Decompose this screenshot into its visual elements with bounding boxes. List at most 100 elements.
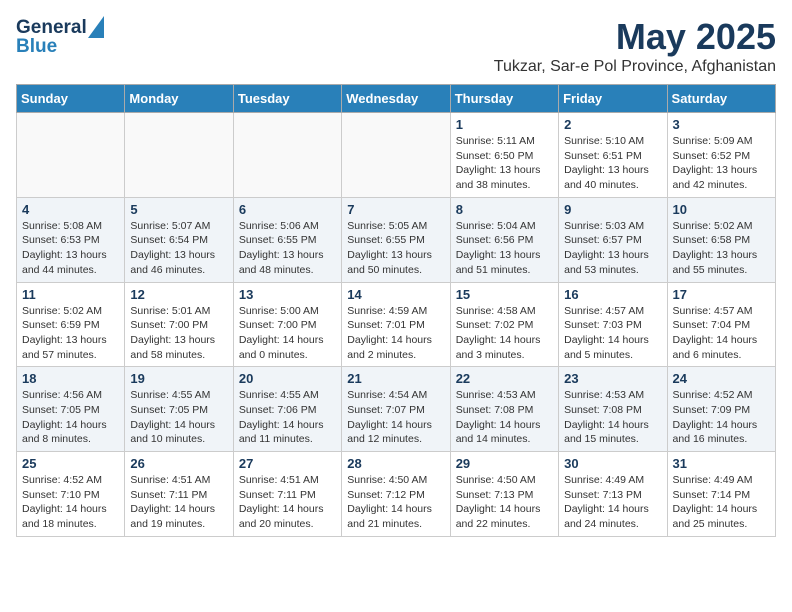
day-number: 26 <box>130 456 227 471</box>
calendar-cell: 28Sunrise: 4:50 AMSunset: 7:12 PMDayligh… <box>342 452 450 537</box>
calendar-cell: 14 Sunrise: 4:59 AMSunset: 7:01 PMDayligh… <box>342 282 450 367</box>
calendar-cell: 31 Sunrise: 4:49 AMSunset: 7:14 PMDayligh… <box>667 452 775 537</box>
day-info: Sunrise: 5:05 AMSunset: 6:55 PMDaylight:… <box>347 219 444 278</box>
day-info: Sunrise: 4:51 AMSunset: 7:11 PMDaylight:… <box>239 473 336 532</box>
day-number: 22 <box>456 371 553 386</box>
calendar-week-row: 1 Sunrise: 5:11 AMSunset: 6:50 PMDaylight… <box>17 113 776 198</box>
weekday-header-cell: Sunday <box>17 85 125 113</box>
day-info: Sunrise: 4:55 AMSunset: 7:06 PMDaylight:… <box>239 388 336 447</box>
day-number: 30 <box>564 456 661 471</box>
day-number: 9 <box>564 202 661 217</box>
day-info: Sunrise: 4:49 AMSunset: 7:13 PMDaylight:… <box>564 473 661 532</box>
day-info: Sunrise: 5:11 AMSunset: 6:50 PMDaylight:… <box>456 134 553 193</box>
logo: General Blue <box>16 16 104 58</box>
calendar-cell <box>125 113 233 198</box>
logo-triangle-icon <box>88 16 104 38</box>
day-info: Sunrise: 5:02 AMSunset: 6:58 PMDaylight:… <box>673 219 770 278</box>
calendar-cell: 29Sunrise: 4:50 AMSunset: 7:13 PMDayligh… <box>450 452 558 537</box>
calendar-cell: 24 Sunrise: 4:52 AMSunset: 7:09 PMDayligh… <box>667 367 775 452</box>
day-number: 1 <box>456 117 553 132</box>
weekday-header-cell: Friday <box>559 85 667 113</box>
page-header: General Blue May 2025 Tukzar, Sar-e Pol … <box>16 16 776 76</box>
day-number: 11 <box>22 287 119 302</box>
calendar-cell: 19Sunrise: 4:55 AMSunset: 7:05 PMDayligh… <box>125 367 233 452</box>
day-info: Sunrise: 4:50 AMSunset: 7:13 PMDaylight:… <box>456 473 553 532</box>
calendar-cell: 15Sunrise: 4:58 AMSunset: 7:02 PMDayligh… <box>450 282 558 367</box>
day-number: 24 <box>673 371 770 386</box>
day-info: Sunrise: 5:07 AMSunset: 6:54 PMDaylight:… <box>130 219 227 278</box>
day-info: Sunrise: 4:57 AMSunset: 7:03 PMDaylight:… <box>564 304 661 363</box>
day-number: 23 <box>564 371 661 386</box>
day-number: 6 <box>239 202 336 217</box>
weekday-header-cell: Saturday <box>667 85 775 113</box>
day-info: Sunrise: 4:51 AMSunset: 7:11 PMDaylight:… <box>130 473 227 532</box>
day-info: Sunrise: 4:49 AMSunset: 7:14 PMDaylight:… <box>673 473 770 532</box>
day-info: Sunrise: 4:55 AMSunset: 7:05 PMDaylight:… <box>130 388 227 447</box>
day-info: Sunrise: 5:08 AMSunset: 6:53 PMDaylight:… <box>22 219 119 278</box>
day-number: 14 <box>347 287 444 302</box>
day-info: Sunrise: 4:56 AMSunset: 7:05 PMDaylight:… <box>22 388 119 447</box>
calendar-cell: 1 Sunrise: 5:11 AMSunset: 6:50 PMDaylight… <box>450 113 558 198</box>
weekday-header-row: SundayMondayTuesdayWednesdayThursdayFrid… <box>17 85 776 113</box>
day-number: 28 <box>347 456 444 471</box>
calendar-cell: 11 Sunrise: 5:02 AMSunset: 6:59 PMDayligh… <box>17 282 125 367</box>
location-title: Tukzar, Sar-e Pol Province, Afghanistan <box>494 58 776 76</box>
calendar-table: SundayMondayTuesdayWednesdayThursdayFrid… <box>16 84 776 537</box>
day-info: Sunrise: 5:04 AMSunset: 6:56 PMDaylight:… <box>456 219 553 278</box>
calendar-week-row: 25 Sunrise: 4:52 AMSunset: 7:10 PMDayligh… <box>17 452 776 537</box>
calendar-cell: 13 Sunrise: 5:00 AMSunset: 7:00 PMDayligh… <box>233 282 341 367</box>
day-info: Sunrise: 4:59 AMSunset: 7:01 PMDaylight:… <box>347 304 444 363</box>
calendar-cell: 7 Sunrise: 5:05 AMSunset: 6:55 PMDaylight… <box>342 197 450 282</box>
calendar-cell: 2 Sunrise: 5:10 AMSunset: 6:51 PMDaylight… <box>559 113 667 198</box>
day-number: 16 <box>564 287 661 302</box>
month-title: May 2025 <box>494 16 776 58</box>
calendar-cell: 8 Sunrise: 5:04 AMSunset: 6:56 PMDaylight… <box>450 197 558 282</box>
calendar-cell: 27Sunrise: 4:51 AMSunset: 7:11 PMDayligh… <box>233 452 341 537</box>
calendar-week-row: 18Sunrise: 4:56 AMSunset: 7:05 PMDayligh… <box>17 367 776 452</box>
calendar-cell: 6 Sunrise: 5:06 AMSunset: 6:55 PMDaylight… <box>233 197 341 282</box>
title-section: May 2025 Tukzar, Sar-e Pol Province, Afg… <box>494 16 776 76</box>
day-number: 8 <box>456 202 553 217</box>
day-number: 12 <box>130 287 227 302</box>
day-info: Sunrise: 5:06 AMSunset: 6:55 PMDaylight:… <box>239 219 336 278</box>
day-info: Sunrise: 4:58 AMSunset: 7:02 PMDaylight:… <box>456 304 553 363</box>
day-number: 20 <box>239 371 336 386</box>
day-number: 13 <box>239 287 336 302</box>
calendar-cell: 3Sunrise: 5:09 AMSunset: 6:52 PMDaylight… <box>667 113 775 198</box>
calendar-week-row: 11 Sunrise: 5:02 AMSunset: 6:59 PMDayligh… <box>17 282 776 367</box>
day-number: 17 <box>673 287 770 302</box>
calendar-cell: 9 Sunrise: 5:03 AMSunset: 6:57 PMDaylight… <box>559 197 667 282</box>
day-info: Sunrise: 5:01 AMSunset: 7:00 PMDaylight:… <box>130 304 227 363</box>
calendar-cell: 25 Sunrise: 4:52 AMSunset: 7:10 PMDayligh… <box>17 452 125 537</box>
day-info: Sunrise: 4:52 AMSunset: 7:09 PMDaylight:… <box>673 388 770 447</box>
day-number: 2 <box>564 117 661 132</box>
calendar-cell: 23Sunrise: 4:53 AMSunset: 7:08 PMDayligh… <box>559 367 667 452</box>
logo-general-text: General <box>16 18 87 37</box>
day-info: Sunrise: 4:52 AMSunset: 7:10 PMDaylight:… <box>22 473 119 532</box>
day-info: Sunrise: 5:03 AMSunset: 6:57 PMDaylight:… <box>564 219 661 278</box>
weekday-header-cell: Thursday <box>450 85 558 113</box>
day-number: 7 <box>347 202 444 217</box>
day-info: Sunrise: 5:02 AMSunset: 6:59 PMDaylight:… <box>22 304 119 363</box>
day-info: Sunrise: 5:00 AMSunset: 7:00 PMDaylight:… <box>239 304 336 363</box>
calendar-cell <box>233 113 341 198</box>
calendar-cell: 20 Sunrise: 4:55 AMSunset: 7:06 PMDayligh… <box>233 367 341 452</box>
day-number: 5 <box>130 202 227 217</box>
calendar-cell: 22Sunrise: 4:53 AMSunset: 7:08 PMDayligh… <box>450 367 558 452</box>
calendar-body: 1 Sunrise: 5:11 AMSunset: 6:50 PMDaylight… <box>17 113 776 537</box>
day-number: 25 <box>22 456 119 471</box>
calendar-cell <box>17 113 125 198</box>
day-info: Sunrise: 4:57 AMSunset: 7:04 PMDaylight:… <box>673 304 770 363</box>
weekday-header-cell: Monday <box>125 85 233 113</box>
day-info: Sunrise: 5:10 AMSunset: 6:51 PMDaylight:… <box>564 134 661 193</box>
calendar-cell: 18Sunrise: 4:56 AMSunset: 7:05 PMDayligh… <box>17 367 125 452</box>
calendar-cell: 4Sunrise: 5:08 AMSunset: 6:53 PMDaylight… <box>17 197 125 282</box>
calendar-cell: 16 Sunrise: 4:57 AMSunset: 7:03 PMDayligh… <box>559 282 667 367</box>
day-number: 3 <box>673 117 770 132</box>
day-number: 31 <box>673 456 770 471</box>
calendar-cell: 12 Sunrise: 5:01 AMSunset: 7:00 PMDayligh… <box>125 282 233 367</box>
calendar-cell: 17 Sunrise: 4:57 AMSunset: 7:04 PMDayligh… <box>667 282 775 367</box>
calendar-cell: 30 Sunrise: 4:49 AMSunset: 7:13 PMDayligh… <box>559 452 667 537</box>
day-number: 21 <box>347 371 444 386</box>
calendar-cell: 21Sunrise: 4:54 AMSunset: 7:07 PMDayligh… <box>342 367 450 452</box>
